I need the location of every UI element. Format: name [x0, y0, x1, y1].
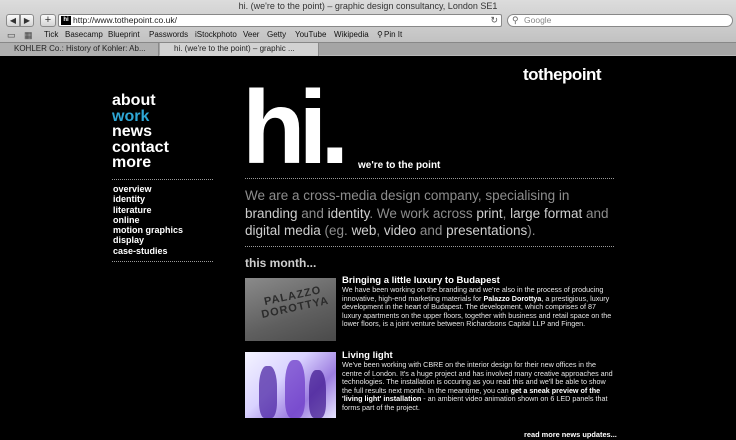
intro-highlight: identity — [327, 205, 370, 221]
subnav-display[interactable]: display — [113, 235, 183, 245]
bookmark-item[interactable]: Veer — [243, 29, 259, 41]
bookmark-item[interactable]: YouTube — [295, 29, 326, 41]
intro-part: and — [416, 223, 447, 238]
intro-highlight: print — [476, 205, 503, 221]
intro-part: ). — [527, 223, 536, 238]
living-light-thumbnail[interactable] — [245, 352, 336, 418]
intro-highlight: video — [383, 223, 417, 238]
pin-icon: ⚲ — [377, 30, 383, 39]
news-body: We have been working on the branding and… — [342, 285, 614, 329]
divider — [112, 179, 213, 180]
subnav-overview[interactable]: overview — [113, 184, 183, 194]
hero-heading: hi. — [242, 70, 349, 186]
subnav-literature[interactable]: literature — [113, 205, 183, 215]
tagline: we're to the point — [358, 160, 441, 171]
web-page: tothepoint about work news contact more … — [0, 56, 736, 440]
intro-part: , — [376, 223, 384, 238]
site-logo[interactable]: tothepoint — [523, 65, 602, 85]
bookmark-item[interactable]: iStockphoto — [195, 29, 237, 41]
nav-news[interactable]: news — [112, 124, 169, 140]
intro-highlight: branding — [245, 205, 298, 221]
palazzo-thumbnail[interactable]: PALAZZO DOROTTYA — [245, 278, 336, 341]
intro-highlight: digital media — [245, 223, 321, 238]
subnav-motion-graphics[interactable]: motion graphics — [113, 225, 183, 235]
bookmark-item[interactable]: Basecamp — [65, 29, 103, 41]
site-favicon-icon: hi — [61, 16, 71, 25]
nav-about[interactable]: about — [112, 93, 169, 109]
tab-tothepoint[interactable]: hi. (we're to the point) – graphic ... — [160, 43, 319, 56]
search-placeholder: Google — [524, 15, 552, 25]
tab-label: hi. (we're to the point) – graphic ... — [174, 44, 295, 53]
browser-chrome: hi. (we're to the point) – graphic desig… — [0, 0, 736, 56]
divider — [245, 178, 614, 179]
news-body: We've been working with CBRE on the inte… — [342, 360, 614, 413]
add-bookmark-button[interactable]: + — [40, 14, 56, 27]
nav-more[interactable]: more — [112, 155, 169, 171]
bookmark-item[interactable]: Pin It — [384, 29, 402, 41]
news-item: Living light We've been working with CBR… — [342, 350, 614, 413]
bookmark-item[interactable]: Getty — [267, 29, 286, 41]
figure-shape — [285, 360, 305, 418]
thumbnail-text: PALAZZO DOROTTYA — [260, 284, 331, 321]
subnav-online[interactable]: online — [113, 215, 183, 225]
this-month-heading: this month... — [245, 256, 317, 270]
search-icon: ⚲ — [512, 15, 519, 25]
intro-text: We are a cross-media design company, spe… — [245, 187, 615, 240]
browser-toolbar: ◀ ▶ + hi http://www.tothepoint.co.uk/ ↻ … — [0, 12, 736, 28]
divider — [112, 261, 213, 262]
figure-shape — [309, 370, 326, 418]
search-input[interactable]: ⚲ Google — [507, 14, 733, 27]
main-nav: about work news contact more — [112, 93, 169, 171]
back-button[interactable]: ◀ — [6, 14, 20, 27]
divider — [245, 246, 614, 247]
bookmark-item[interactable]: Passwords — [149, 29, 188, 41]
sub-nav: overview identity literature online moti… — [113, 184, 183, 256]
address-url: http://www.tothepoint.co.uk/ — [73, 15, 177, 25]
grid-icon[interactable]: ▦ — [24, 30, 33, 40]
subnav-case-studies[interactable]: case-studies — [113, 246, 183, 256]
nav-contact[interactable]: contact — [112, 139, 169, 156]
forward-button[interactable]: ▶ — [20, 14, 34, 27]
tab-label: KOHLER Co.: History of Kohler: Ab... — [14, 44, 146, 53]
figure-shape — [259, 366, 277, 418]
window-title: hi. (we're to the point) – graphic desig… — [238, 1, 498, 11]
reload-icon[interactable]: ↻ — [490, 15, 498, 26]
book-icon[interactable]: ▭ — [7, 30, 16, 40]
subnav-identity[interactable]: identity — [113, 194, 183, 204]
intro-highlight: presentations — [446, 223, 528, 238]
tab-bar: KOHLER Co.: History of Kohler: Ab... hi.… — [0, 42, 736, 56]
bookmark-item[interactable]: Blueprint — [108, 29, 140, 41]
intro-part: and — [297, 205, 328, 221]
intro-part: and — [582, 205, 609, 221]
bookmark-item[interactable]: Wikipedia — [334, 29, 369, 41]
tab-kohler[interactable]: KOHLER Co.: History of Kohler: Ab... — [0, 43, 159, 56]
bookmarks-bar: ▭ ▦ Tick Basecamp Blueprint Passwords iS… — [0, 29, 736, 41]
more-news-link[interactable]: read more news updates... — [524, 430, 617, 439]
address-bar[interactable]: hi http://www.tothepoint.co.uk/ ↻ — [58, 14, 502, 27]
intro-highlight: large format — [510, 205, 583, 221]
bookmark-item[interactable]: Tick — [44, 29, 58, 41]
nav-work[interactable]: work — [112, 108, 169, 125]
news-item: Bringing a little luxury to Budapest We … — [342, 275, 614, 329]
intro-part: (eg. — [320, 223, 352, 238]
intro-part: We are a cross-media design company, spe… — [245, 188, 570, 203]
intro-highlight: web — [351, 223, 377, 238]
intro-part: . We work across — [369, 205, 477, 221]
